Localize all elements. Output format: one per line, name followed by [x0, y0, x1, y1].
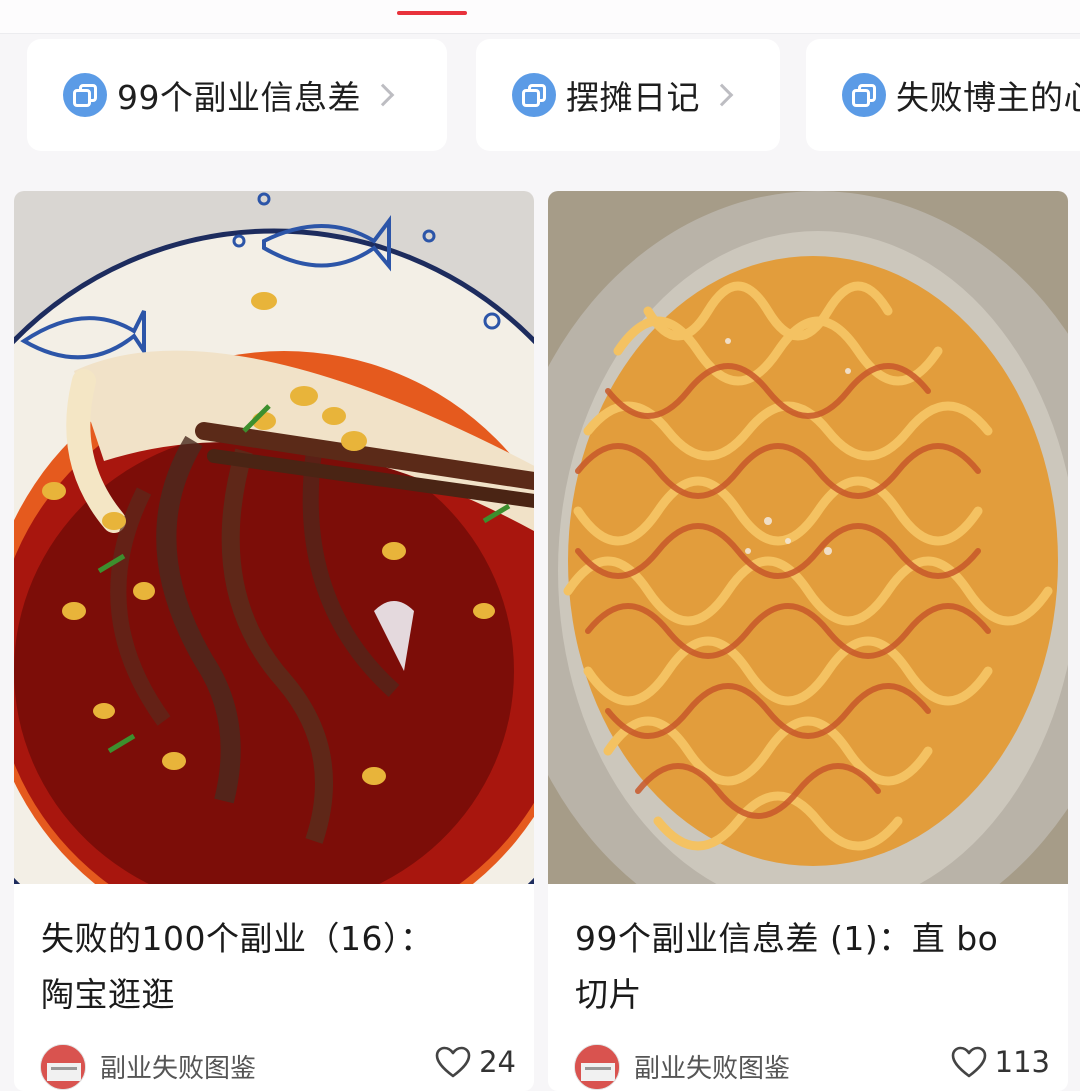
stack-icon — [842, 73, 886, 117]
avatar[interactable] — [574, 1044, 620, 1090]
chevron-right-icon — [710, 83, 734, 107]
heart-icon — [435, 1046, 471, 1078]
note-footer: 副业失败图鉴 113 — [574, 1039, 1050, 1090]
collection-chip-label: 失败博主的心 — [896, 78, 1080, 117]
collection-chip-1[interactable]: 99个副业信息差 — [27, 39, 447, 151]
author-name[interactable]: 副业失败图鉴 — [634, 1048, 790, 1085]
collection-chips-row: 99个副业信息差 摆摊日记 失败博主的心 — [0, 35, 1080, 185]
note-title-line: 99个副业信息差 (1)：直 bo — [575, 919, 999, 958]
top-tab-bar — [0, 0, 1080, 34]
like-button[interactable]: 24 — [435, 1045, 516, 1079]
note-title: 99个副业信息差 (1)：直 bo 切片 — [575, 911, 1045, 1023]
collection-chip-label: 摆摊日记 — [566, 78, 700, 117]
like-count: 113 — [994, 1045, 1050, 1079]
like-button[interactable]: 113 — [951, 1045, 1050, 1079]
note-footer: 副业失败图鉴 24 — [40, 1039, 516, 1090]
avatar[interactable] — [40, 1044, 86, 1090]
note-card[interactable]: 99个副业信息差 (1)：直 bo 切片 副业失败图鉴 113 — [548, 191, 1068, 1091]
note-title-line: 切片 — [575, 975, 642, 1014]
collection-chip-3[interactable]: 失败博主的心 — [806, 39, 1080, 151]
note-cover-image[interactable] — [548, 191, 1068, 884]
like-count: 24 — [479, 1045, 516, 1079]
note-title-line: 陶宝逛逛 — [41, 975, 175, 1014]
stack-icon — [63, 73, 107, 117]
note-title-line: 失败的100个副业（16）： — [41, 919, 434, 958]
note-title: 失败的100个副业（16）： 陶宝逛逛 — [41, 911, 511, 1023]
author-name[interactable]: 副业失败图鉴 — [100, 1048, 256, 1085]
collection-chip-2[interactable]: 摆摊日记 — [476, 39, 780, 151]
note-cover-image[interactable] — [14, 191, 534, 884]
stack-icon — [512, 73, 556, 117]
chevron-right-icon — [371, 83, 395, 107]
active-tab-indicator — [397, 11, 467, 15]
note-card[interactable]: 失败的100个副业（16）： 陶宝逛逛 副业失败图鉴 24 — [14, 191, 534, 1091]
heart-icon — [951, 1046, 986, 1078]
collection-chip-label: 99个副业信息差 — [117, 78, 361, 117]
